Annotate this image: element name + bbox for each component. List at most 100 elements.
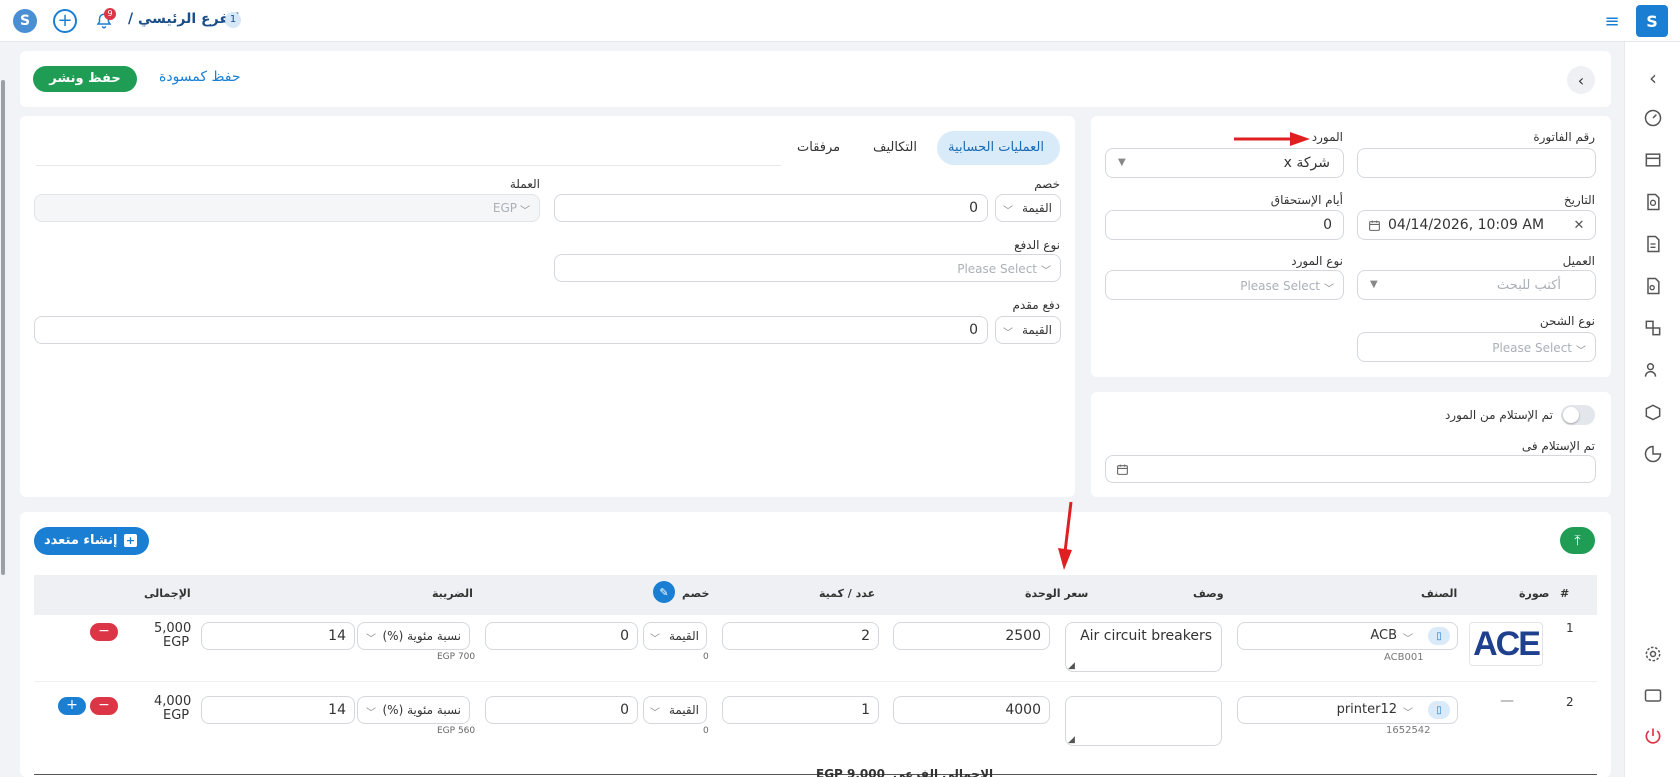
- chevron-down-icon: ﹀: [1003, 206, 1013, 217]
- scroll-top-icon[interactable]: ⤒: [1560, 527, 1595, 554]
- package-icon[interactable]: [1641, 400, 1665, 424]
- row-tax-type-select[interactable]: ﹀ نسبة مئوية (%): [357, 622, 470, 650]
- resize-handle-icon[interactable]: ◢: [1068, 735, 1075, 745]
- received-on-label: تم الإستلام فى: [1521, 439, 1595, 453]
- invoice-number-input[interactable]: [1357, 148, 1596, 178]
- users-settings-icon[interactable]: [1641, 358, 1665, 382]
- received-on-date-input[interactable]: [1105, 455, 1596, 483]
- breadcrumb-branch-name[interactable]: الفرع الرئيسي /: [128, 11, 239, 27]
- clear-date-icon[interactable]: ✕: [1571, 216, 1587, 234]
- row-discount-type-value: القيمة: [668, 629, 699, 643]
- row-tax-input[interactable]: 14: [201, 696, 355, 724]
- power-icon[interactable]: [1641, 724, 1665, 748]
- app-logo-icon[interactable]: S: [13, 9, 37, 33]
- back-chevron-icon[interactable]: ‹: [1567, 66, 1595, 94]
- boxes-icon[interactable]: [1641, 316, 1665, 340]
- quantity-value: 2: [861, 628, 870, 644]
- chevron-down-icon: ﹀: [650, 708, 660, 719]
- window-icon[interactable]: [1641, 684, 1665, 708]
- advance-value-input[interactable]: 0: [34, 316, 988, 344]
- tab-costs[interactable]: التكاليف: [873, 140, 917, 155]
- bulk-create-button[interactable]: إنشاء متعدد +: [34, 527, 149, 555]
- store-icon[interactable]: [1641, 148, 1665, 172]
- row-tax-value: 14: [328, 628, 346, 644]
- description-textarea[interactable]: ◢: [1065, 696, 1222, 746]
- remove-row-button[interactable]: −: [90, 623, 118, 641]
- quantity-input[interactable]: 1: [722, 696, 879, 724]
- advance-type-select[interactable]: ﹀ القيمة: [995, 316, 1061, 344]
- add-box-icon: +: [124, 534, 137, 547]
- chevron-down-icon: ﹀: [650, 634, 660, 645]
- supplier-type-select[interactable]: Please Select ﹀: [1105, 270, 1344, 300]
- row-discount-input[interactable]: 0: [485, 696, 638, 724]
- discount-edit-icon[interactable]: ✎: [653, 581, 675, 603]
- row-tax-type-select[interactable]: ﹀ نسبة مئوية (%): [357, 696, 470, 724]
- add-row-button[interactable]: +: [58, 697, 86, 715]
- row-discount-amount: 0: [703, 726, 709, 736]
- chevron-down-icon: ﹀: [1576, 346, 1586, 357]
- dashboard-icon[interactable]: [1641, 106, 1665, 130]
- received-toggle-label: تم الإستلام من المورد: [1444, 408, 1553, 422]
- unit-price-input[interactable]: 4000: [893, 696, 1050, 724]
- row-tax-amount: EGP 560: [437, 726, 476, 736]
- row-tax-input[interactable]: 14: [201, 622, 355, 650]
- invoice-icon[interactable]: [1641, 232, 1665, 256]
- page-scrollbar[interactable]: [1, 80, 5, 575]
- row-total-amount: 4,000: [154, 694, 192, 709]
- col-header-tax: الضريبة: [432, 587, 473, 600]
- search-document-icon[interactable]: [1641, 190, 1665, 214]
- shipping-type-select[interactable]: Please Select ﹀: [1357, 332, 1596, 362]
- received-toggle[interactable]: [1561, 405, 1595, 425]
- supplier-label: المورد: [1311, 130, 1343, 144]
- remove-row-button[interactable]: −: [90, 697, 118, 715]
- settings-icon[interactable]: [1641, 642, 1665, 666]
- save-publish-button[interactable]: حفظ ونشر: [33, 66, 137, 92]
- branch-number-badge: 1: [225, 12, 241, 28]
- quantity-value: 1: [861, 702, 870, 718]
- description-textarea[interactable]: Air circuit breakers ◢: [1065, 622, 1222, 672]
- top-bar: S + 9 الفرع الرئيسي / 1 ≡ S: [0, 0, 1680, 42]
- annotation-arrow-supplier: [1234, 132, 1310, 146]
- item-select[interactable]: ▯ ﹀ printer12: [1237, 696, 1458, 724]
- unit-price-input[interactable]: 2500: [893, 622, 1050, 650]
- date-input[interactable]: 04/14/2026, 10:09 AM ✕: [1357, 210, 1596, 240]
- brand-logo-icon[interactable]: S: [1636, 5, 1668, 37]
- row-discount-type-select[interactable]: ﹀ القيمة: [643, 622, 707, 650]
- tab-attachments[interactable]: مرفقات: [797, 140, 840, 155]
- customer-label: العميل: [1562, 254, 1595, 268]
- user-document-icon[interactable]: [1641, 274, 1665, 298]
- row-discount-input[interactable]: 0: [485, 622, 638, 650]
- items-table-header: [34, 575, 1597, 615]
- save-draft-button[interactable]: حفظ كمسودة: [159, 69, 241, 85]
- col-header-description: وصف: [1193, 587, 1224, 600]
- currency-select[interactable]: EGP ﹀: [34, 194, 540, 222]
- item-select[interactable]: ▯ ﹀ ACB: [1237, 622, 1458, 650]
- bookmark-icon[interactable]: ▯: [1428, 627, 1450, 645]
- discount-type-select[interactable]: ﹀ القيمة: [995, 194, 1061, 222]
- unit-price-value: 2500: [1005, 628, 1041, 644]
- payment-type-select[interactable]: Please Select ﹀: [554, 254, 1061, 282]
- menu-icon[interactable]: ≡: [1600, 10, 1624, 32]
- row-total-amount: 5,000: [154, 621, 192, 636]
- row-discount-value: 0: [620, 628, 629, 644]
- customer-search-select[interactable]: أكتب للبحث ▼: [1357, 270, 1596, 300]
- add-icon[interactable]: +: [53, 9, 77, 33]
- discount-label: خصم: [1034, 177, 1060, 191]
- due-days-input[interactable]: 0: [1105, 210, 1344, 240]
- collapse-chevron-icon[interactable]: ‹: [1639, 64, 1667, 92]
- action-bar: حفظ ونشر حفظ كمسودة ‹: [20, 51, 1611, 107]
- chevron-down-icon: ﹀: [1403, 634, 1413, 645]
- chevron-down-icon: ﹀: [1403, 708, 1413, 719]
- supplier-select[interactable]: شركة x ▼: [1105, 148, 1344, 178]
- resize-handle-icon[interactable]: ◢: [1068, 661, 1075, 671]
- ace-logo: ACE: [1473, 625, 1541, 663]
- col-header-image: صورة: [1519, 587, 1550, 600]
- bookmark-icon[interactable]: ▯: [1428, 701, 1450, 719]
- row-discount-value: 0: [620, 702, 629, 718]
- row-discount-type-select[interactable]: ﹀ القيمة: [643, 696, 707, 724]
- col-header-item: الصنف: [1421, 587, 1458, 600]
- discount-value-input[interactable]: 0: [554, 194, 988, 222]
- tab-accounting[interactable]: العمليات الحسابية: [937, 131, 1060, 165]
- quantity-input[interactable]: 2: [722, 622, 879, 650]
- reports-icon[interactable]: [1641, 442, 1665, 466]
